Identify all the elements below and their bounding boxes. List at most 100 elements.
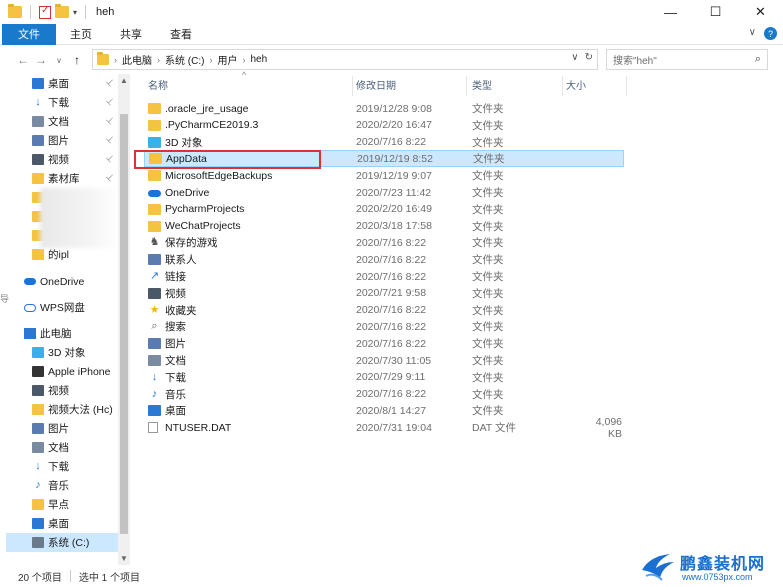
- search-input[interactable]: 搜索"heh" ⌕: [606, 49, 768, 70]
- sidebar-item-label: WPS网盘: [40, 302, 85, 314]
- search-placeholder: 搜索"heh": [613, 56, 657, 67]
- properties-icon[interactable]: [39, 5, 51, 19]
- file-date: 2020/7/30 11:05: [356, 354, 432, 367]
- file-row[interactable]: PycharmProjects 2020/2/20 16:49 文件夹: [144, 201, 624, 218]
- pin-icon[interactable]: ⊥: [103, 114, 117, 127]
- file-row[interactable]: 联系人 2020/7/16 8:22 文件夹: [144, 251, 624, 268]
- back-button[interactable]: ←: [14, 53, 32, 67]
- watermark-logo-icon: [642, 554, 674, 581]
- column-name[interactable]: 名称: [148, 77, 168, 92]
- sidebar-item-quick-access[interactable]: 素材库: [32, 169, 80, 188]
- divider[interactable]: [626, 76, 627, 96]
- divider[interactable]: [466, 76, 467, 96]
- sidebar-item-quick-access[interactable]: ↓ 下载: [32, 93, 69, 112]
- sidebar-item-quick-access[interactable]: 图片: [32, 131, 69, 150]
- scrollbar-thumb[interactable]: [120, 114, 128, 534]
- sidebar-item-pc[interactable]: 文档: [32, 438, 69, 457]
- file-row[interactable]: ♞ 保存的游戏 2020/7/16 8:22 文件夹: [144, 234, 624, 251]
- file-type: 文件夹: [472, 304, 504, 317]
- sidebar-item-pc[interactable]: Apple iPhone: [32, 362, 110, 381]
- file-row[interactable]: ↓ 下载 2020/7/29 9:11 文件夹: [144, 369, 624, 386]
- tab-home[interactable]: 主页: [56, 24, 106, 45]
- scroll-up-icon[interactable]: ▲: [120, 76, 128, 85]
- maximize-button[interactable]: ☐: [693, 0, 738, 24]
- pin-icon[interactable]: ⊥: [103, 76, 117, 89]
- file-row[interactable]: 文档 2020/7/30 11:05 文件夹: [144, 352, 624, 369]
- recent-locations-button[interactable]: ∨: [50, 56, 68, 65]
- ribbon-collapse-icon[interactable]: ∨: [749, 27, 756, 40]
- music-icon: ♪: [35, 479, 41, 491]
- item-count: 20 个项目: [18, 572, 62, 584]
- address-bar[interactable]: › 此电脑 › 系统 (C:) › 用户 › heh ∨ ↻: [92, 49, 598, 70]
- sidebar-item-pc[interactable]: 视频大法 (Hc): [32, 400, 113, 419]
- breadcrumb-users[interactable]: 用户: [217, 52, 237, 67]
- sidebar-item-pc[interactable]: 系统 (C:): [6, 533, 118, 552]
- file-row[interactable]: .PyCharmCE2019.3 2020/2/20 16:47 文件夹: [144, 117, 624, 134]
- tab-share[interactable]: 共享: [106, 24, 156, 45]
- file-name: .oracle_jre_usage: [165, 102, 249, 115]
- forward-button[interactable]: →: [32, 53, 50, 67]
- pin-icon[interactable]: ⊥: [103, 152, 117, 165]
- folder-icon[interactable]: [8, 4, 22, 18]
- file-name: 音乐: [165, 388, 186, 401]
- divider[interactable]: [562, 76, 563, 96]
- pin-icon[interactable]: ⊥: [103, 133, 117, 146]
- file-row[interactable]: OneDrive 2020/7/23 11:42 文件夹: [144, 184, 624, 201]
- scroll-down-icon[interactable]: ▼: [120, 554, 128, 563]
- address-dropdown-icon[interactable]: ∨: [571, 52, 578, 63]
- file-name: 搜索: [165, 321, 186, 334]
- contacts-icon: [148, 254, 161, 266]
- sidebar-item-onedrive[interactable]: OneDrive: [24, 272, 84, 291]
- sidebar-item-pc[interactable]: ↓ 下载: [32, 457, 69, 476]
- sidebar-item-quick-access[interactable]: 桌面: [32, 74, 69, 93]
- breadcrumb-current[interactable]: heh: [250, 54, 267, 65]
- sidebar-item-quick-access[interactable]: 视频: [32, 150, 69, 169]
- pin-icon[interactable]: ⊥: [103, 95, 117, 108]
- up-button[interactable]: ↑: [68, 53, 86, 67]
- sidebar-item-pc[interactable]: 视频: [32, 381, 69, 400]
- file-row[interactable]: .oracle_jre_usage 2019/12/28 9:08 文件夹: [144, 100, 624, 117]
- column-type[interactable]: 类型: [472, 77, 492, 92]
- sidebar-item-pc[interactable]: 桌面: [32, 514, 69, 533]
- sidebar-item-this-pc[interactable]: 此电脑: [24, 324, 72, 343]
- tab-file[interactable]: 文件: [2, 23, 56, 45]
- sidebar-item-wps[interactable]: WPS网盘: [24, 298, 85, 317]
- file-row[interactable]: 视频 2020/7/21 9:58 文件夹: [144, 285, 624, 302]
- window-title: heh: [96, 6, 115, 18]
- new-folder-icon[interactable]: [55, 4, 69, 18]
- sidebar-item-pc[interactable]: 图片: [32, 419, 69, 438]
- file-row[interactable]: ⌕ 搜索 2020/7/16 8:22 文件夹: [144, 318, 624, 335]
- file-row[interactable]: NTUSER.DAT 2020/7/31 19:04 DAT 文件 4,096 KB: [144, 416, 624, 440]
- column-size[interactable]: 大小: [566, 77, 586, 92]
- file-row[interactable]: 图片 2020/7/16 8:22 文件夹: [144, 335, 624, 352]
- file-row[interactable]: 桌面 2020/8/1 14:27 文件夹: [144, 402, 624, 419]
- sidebar-item-quick-access[interactable]: 文档: [32, 112, 69, 131]
- breadcrumb-drive[interactable]: 系统 (C:): [165, 52, 204, 67]
- file-row[interactable]: WeChatProjects 2020/3/18 17:58 文件夹: [144, 218, 624, 235]
- help-icon[interactable]: ?: [764, 27, 777, 40]
- sidebar-scrollbar[interactable]: ▲ ▼: [118, 74, 130, 565]
- sidebar-item-pc[interactable]: ♪ 音乐: [32, 476, 69, 495]
- file-row[interactable]: 3D 对象 2020/7/16 8:22 文件夹: [144, 134, 624, 151]
- divider: [85, 5, 87, 19]
- sidebar-item-label: 桌面: [48, 78, 69, 90]
- column-date[interactable]: 修改日期: [356, 77, 396, 92]
- customize-toolbar-icon[interactable]: ▾: [73, 8, 77, 17]
- breadcrumb-this-pc[interactable]: 此电脑: [122, 52, 152, 67]
- tab-view[interactable]: 查看: [156, 24, 206, 45]
- sidebar-item-pc[interactable]: 早点: [32, 495, 69, 514]
- file-row[interactable]: ♪ 音乐 2020/7/16 8:22 文件夹: [144, 386, 624, 403]
- close-button[interactable]: ✕: [738, 0, 783, 24]
- sidebar-item-pc[interactable]: 3D 对象: [32, 343, 85, 362]
- divider[interactable]: [352, 76, 353, 96]
- file-row[interactable]: ↗ 链接 2020/7/16 8:22 文件夹: [144, 268, 624, 285]
- pin-icon[interactable]: ⊥: [103, 171, 117, 184]
- download-icon: ↓: [35, 96, 41, 108]
- minimize-button[interactable]: —: [648, 0, 693, 24]
- refresh-icon[interactable]: ↻: [585, 52, 593, 63]
- video-icon: [32, 385, 44, 396]
- file-row[interactable]: ★ 收藏夹 2020/7/16 8:22 文件夹: [144, 302, 624, 319]
- file-row[interactable]: MicrosoftEdgeBackups 2019/12/19 9:07 文件夹: [144, 167, 624, 184]
- file-name: 下载: [165, 371, 186, 384]
- search-icon[interactable]: ⌕: [755, 53, 761, 66]
